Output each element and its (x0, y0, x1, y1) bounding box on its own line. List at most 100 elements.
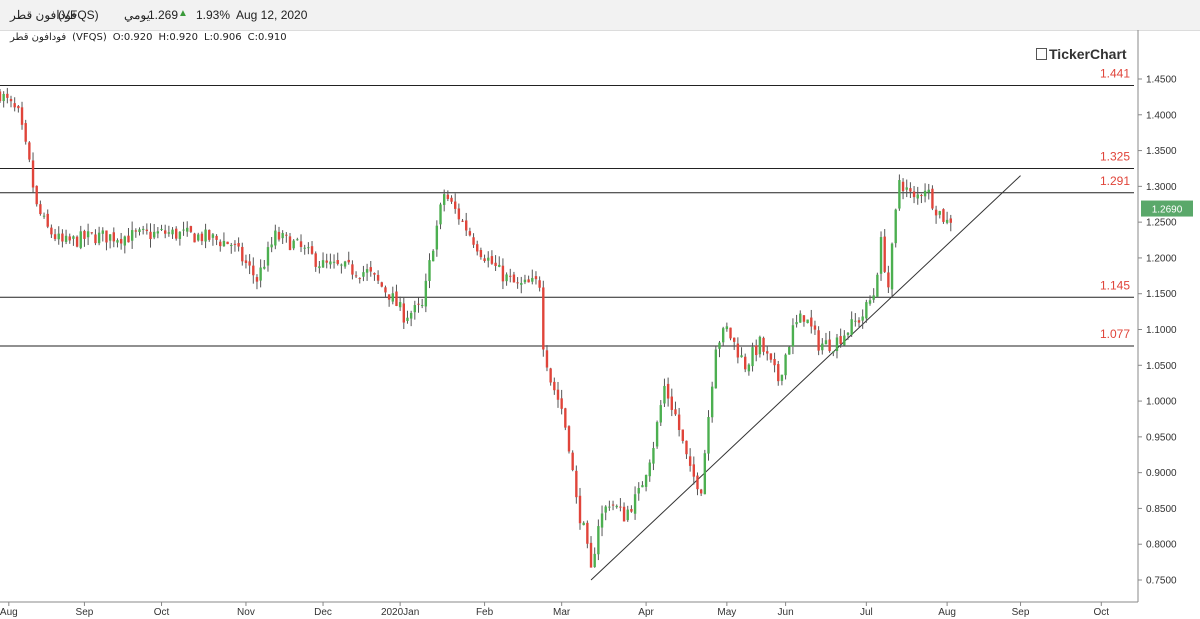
candle-body (211, 234, 215, 238)
candle-body (310, 246, 314, 254)
candle-body (64, 235, 68, 242)
candle-body (575, 470, 578, 498)
candle-body (905, 187, 908, 190)
candle-body (571, 452, 574, 471)
candle-body (178, 231, 182, 239)
candle-body (446, 194, 450, 199)
candle-body (582, 522, 585, 526)
candle-body (887, 272, 890, 288)
candle-body (134, 230, 138, 232)
candle-body (417, 303, 420, 305)
candle-body (942, 209, 945, 222)
candle-body (828, 339, 831, 352)
candle-body (901, 181, 905, 192)
candle-body (600, 513, 604, 528)
candle-body (270, 244, 273, 248)
candle-body (336, 260, 339, 264)
candle-body (725, 326, 729, 330)
candle-body (832, 351, 835, 353)
x-tick-label: Sep (1012, 607, 1030, 618)
candle-body (233, 243, 237, 245)
candle-body (718, 342, 721, 349)
candle-body (655, 422, 659, 447)
candle-body (439, 204, 442, 225)
price-chart[interactable]: 1.4500 1.4000 1.3500 1.3000 1.2500 1.2000 1.15… (0, 0, 1200, 619)
candle-body (938, 211, 941, 215)
candle-body (450, 197, 453, 202)
candle-body (288, 236, 292, 251)
candle-body (476, 244, 479, 252)
candle-body (534, 276, 538, 280)
candle-body (920, 195, 923, 197)
candle-body (61, 233, 64, 242)
x-tick-label: Apr (638, 607, 654, 618)
candle-body (292, 240, 295, 249)
candle-body (420, 305, 424, 307)
candle-body (255, 277, 259, 282)
candle-body (101, 230, 104, 234)
candle-body (795, 322, 798, 325)
candle-body (248, 261, 251, 266)
candle-body (354, 275, 358, 277)
candle-body (744, 356, 747, 370)
candle-body (788, 346, 791, 355)
level-label: 1.441 (1100, 66, 1130, 80)
candle-body (505, 274, 508, 282)
candle-body (2, 93, 5, 102)
candle-body (222, 240, 226, 247)
candle-body (362, 272, 365, 277)
y-tick-label: 0.9000 (1146, 468, 1177, 479)
candle-body (197, 234, 200, 241)
candle-body (358, 278, 361, 280)
candle-body (351, 264, 354, 275)
candle-body (637, 487, 640, 494)
y-tick-label: 1.0500 (1146, 361, 1177, 372)
trend-line (590, 175, 1021, 581)
candle-body (167, 232, 171, 234)
x-tick-label: Oct (1094, 607, 1110, 618)
candle-body (802, 315, 806, 322)
candle-body (633, 494, 637, 514)
candle-body (0, 91, 2, 102)
candle-body (79, 231, 82, 248)
candle-body (648, 462, 651, 477)
candle-body (879, 237, 883, 274)
candle-body (266, 247, 270, 266)
candle-body (578, 495, 582, 524)
candle-body (318, 266, 321, 269)
candle-body (931, 188, 934, 209)
candle-body (861, 316, 864, 321)
candle-body (490, 256, 494, 264)
candle-body (9, 98, 13, 102)
candle-body (641, 485, 644, 488)
candle-body (872, 295, 875, 300)
candle-body (733, 337, 736, 342)
candle-body (465, 220, 468, 231)
candle-body (810, 317, 813, 327)
y-tick-label: 1.4000 (1146, 110, 1177, 121)
candle-body (479, 250, 483, 258)
candle-body (927, 189, 930, 193)
candle-body (487, 257, 490, 261)
candle-body (130, 230, 134, 241)
candle-body (663, 385, 666, 404)
x-tick-label: Nov (237, 607, 255, 618)
candle-body (755, 345, 758, 356)
candle-body (703, 453, 707, 495)
candle-body (898, 180, 901, 209)
candle-body (868, 300, 872, 304)
x-tick-label: 2020Jan (381, 607, 419, 618)
candle-body (751, 347, 754, 367)
x-tick-label: Aug (0, 607, 18, 618)
candle-body (208, 229, 211, 240)
candle-body (876, 274, 879, 297)
candle-body (916, 194, 919, 199)
x-tick-label: Dec (314, 607, 332, 618)
y-tick-label: 0.7500 (1146, 576, 1177, 587)
candle-body (182, 229, 185, 231)
candle-body (894, 209, 897, 244)
candle-body (435, 225, 439, 250)
candle-body (659, 405, 662, 423)
candle-body (721, 328, 725, 343)
candle-body (652, 448, 655, 464)
